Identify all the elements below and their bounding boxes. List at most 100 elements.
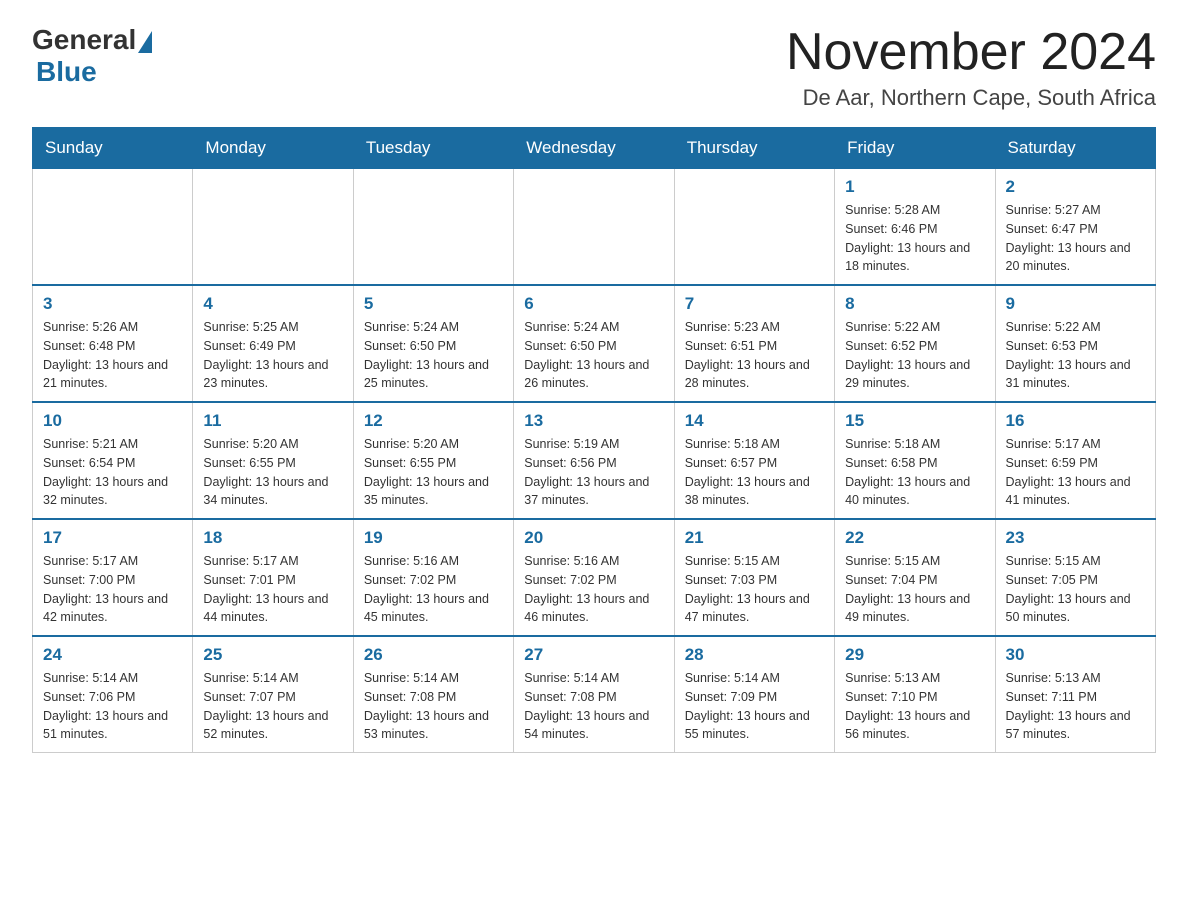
day-number: 5 [364,294,503,314]
day-info: Sunrise: 5:14 AM Sunset: 7:07 PM Dayligh… [203,669,342,744]
calendar-day-cell: 14 Sunrise: 5:18 AM Sunset: 6:57 PM Dayli… [674,402,834,519]
day-number: 7 [685,294,824,314]
day-info: Sunrise: 5:22 AM Sunset: 6:53 PM Dayligh… [1006,318,1145,393]
day-number: 28 [685,645,824,665]
day-number: 18 [203,528,342,548]
day-number: 16 [1006,411,1145,431]
day-info: Sunrise: 5:23 AM Sunset: 6:51 PM Dayligh… [685,318,824,393]
day-info: Sunrise: 5:13 AM Sunset: 7:10 PM Dayligh… [845,669,984,744]
calendar-day-cell: 16 Sunrise: 5:17 AM Sunset: 6:59 PM Dayli… [995,402,1155,519]
calendar-day-cell: 27 Sunrise: 5:14 AM Sunset: 7:08 PM Dayli… [514,636,674,753]
day-number: 24 [43,645,182,665]
day-number: 13 [524,411,663,431]
day-info: Sunrise: 5:14 AM Sunset: 7:09 PM Dayligh… [685,669,824,744]
day-info: Sunrise: 5:15 AM Sunset: 7:04 PM Dayligh… [845,552,984,627]
calendar-day-cell: 23Sunrise: 5:15 AM Sunset: 7:05 PM Dayli… [995,519,1155,636]
day-of-week-header: Sunday [33,128,193,169]
day-number: 27 [524,645,663,665]
day-number: 20 [524,528,663,548]
day-number: 17 [43,528,182,548]
calendar-day-cell: 7 Sunrise: 5:23 AM Sunset: 6:51 PM Daylig… [674,285,834,402]
day-info: Sunrise: 5:27 AM Sunset: 6:47 PM Dayligh… [1006,201,1145,276]
day-number: 29 [845,645,984,665]
day-number: 25 [203,645,342,665]
calendar-week-row: 1 Sunrise: 5:28 AM Sunset: 6:46 PM Daylig… [33,169,1156,286]
day-number: 26 [364,645,503,665]
day-info: Sunrise: 5:13 AM Sunset: 7:11 PM Dayligh… [1006,669,1145,744]
calendar-week-row: 3Sunrise: 5:26 AM Sunset: 6:48 PM Daylig… [33,285,1156,402]
day-number: 2 [1006,177,1145,197]
day-info: Sunrise: 5:20 AM Sunset: 6:55 PM Dayligh… [364,435,503,510]
day-number: 11 [203,411,342,431]
day-number: 12 [364,411,503,431]
calendar-day-cell: 17 Sunrise: 5:17 AM Sunset: 7:00 PM Dayli… [33,519,193,636]
day-of-week-header: Tuesday [353,128,513,169]
day-info: Sunrise: 5:15 AM Sunset: 7:05 PM Dayligh… [1006,552,1145,627]
calendar-day-cell: 24Sunrise: 5:14 AM Sunset: 7:06 PM Dayli… [33,636,193,753]
day-info: Sunrise: 5:17 AM Sunset: 6:59 PM Dayligh… [1006,435,1145,510]
day-info: Sunrise: 5:19 AM Sunset: 6:56 PM Dayligh… [524,435,663,510]
calendar-day-cell: 21 Sunrise: 5:15 AM Sunset: 7:03 PM Dayli… [674,519,834,636]
calendar-day-cell: 2 Sunrise: 5:27 AM Sunset: 6:47 PM Daylig… [995,169,1155,286]
calendar-day-cell [33,169,193,286]
day-info: Sunrise: 5:25 AM Sunset: 6:49 PM Dayligh… [203,318,342,393]
day-number: 8 [845,294,984,314]
logo-blue-text: Blue [36,56,97,88]
day-info: Sunrise: 5:16 AM Sunset: 7:02 PM Dayligh… [524,552,663,627]
calendar-day-cell: 11 Sunrise: 5:20 AM Sunset: 6:55 PM Dayli… [193,402,353,519]
day-info: Sunrise: 5:18 AM Sunset: 6:57 PM Dayligh… [685,435,824,510]
calendar-day-cell: 25 Sunrise: 5:14 AM Sunset: 7:07 PM Dayli… [193,636,353,753]
calendar-week-row: 17 Sunrise: 5:17 AM Sunset: 7:00 PM Dayli… [33,519,1156,636]
calendar-day-cell [193,169,353,286]
calendar-day-cell: 9Sunrise: 5:22 AM Sunset: 6:53 PM Daylig… [995,285,1155,402]
calendar-day-cell: 29 Sunrise: 5:13 AM Sunset: 7:10 PM Dayli… [835,636,995,753]
day-number: 1 [845,177,984,197]
calendar-day-cell: 10 Sunrise: 5:21 AM Sunset: 6:54 PM Dayli… [33,402,193,519]
day-info: Sunrise: 5:17 AM Sunset: 7:00 PM Dayligh… [43,552,182,627]
day-of-week-header: Friday [835,128,995,169]
day-of-week-header: Saturday [995,128,1155,169]
calendar-day-cell: 22 Sunrise: 5:15 AM Sunset: 7:04 PM Dayli… [835,519,995,636]
day-number: 22 [845,528,984,548]
day-info: Sunrise: 5:21 AM Sunset: 6:54 PM Dayligh… [43,435,182,510]
location-text: De Aar, Northern Cape, South Africa [786,85,1156,111]
day-number: 6 [524,294,663,314]
calendar-week-row: 10 Sunrise: 5:21 AM Sunset: 6:54 PM Dayli… [33,402,1156,519]
calendar-header-row: SundayMondayTuesdayWednesdayThursdayFrid… [33,128,1156,169]
calendar-week-row: 24Sunrise: 5:14 AM Sunset: 7:06 PM Dayli… [33,636,1156,753]
day-info: Sunrise: 5:20 AM Sunset: 6:55 PM Dayligh… [203,435,342,510]
calendar-day-cell: 18 Sunrise: 5:17 AM Sunset: 7:01 PM Dayli… [193,519,353,636]
calendar-day-cell: 1 Sunrise: 5:28 AM Sunset: 6:46 PM Daylig… [835,169,995,286]
calendar-day-cell: 19 Sunrise: 5:16 AM Sunset: 7:02 PM Dayli… [353,519,513,636]
day-number: 4 [203,294,342,314]
calendar-day-cell: 6Sunrise: 5:24 AM Sunset: 6:50 PM Daylig… [514,285,674,402]
day-of-week-header: Monday [193,128,353,169]
calendar-day-cell: 20 Sunrise: 5:16 AM Sunset: 7:02 PM Dayli… [514,519,674,636]
calendar-day-cell: 4 Sunrise: 5:25 AM Sunset: 6:49 PM Daylig… [193,285,353,402]
day-of-week-header: Thursday [674,128,834,169]
logo: General Blue [32,24,152,88]
day-info: Sunrise: 5:14 AM Sunset: 7:08 PM Dayligh… [364,669,503,744]
day-info: Sunrise: 5:15 AM Sunset: 7:03 PM Dayligh… [685,552,824,627]
day-number: 10 [43,411,182,431]
day-number: 15 [845,411,984,431]
calendar-table: SundayMondayTuesdayWednesdayThursdayFrid… [32,127,1156,753]
calendar-day-cell: 3Sunrise: 5:26 AM Sunset: 6:48 PM Daylig… [33,285,193,402]
logo-general-text: General [32,24,136,56]
day-info: Sunrise: 5:28 AM Sunset: 6:46 PM Dayligh… [845,201,984,276]
month-title: November 2024 [786,24,1156,81]
day-number: 21 [685,528,824,548]
day-info: Sunrise: 5:14 AM Sunset: 7:08 PM Dayligh… [524,669,663,744]
day-info: Sunrise: 5:18 AM Sunset: 6:58 PM Dayligh… [845,435,984,510]
day-info: Sunrise: 5:17 AM Sunset: 7:01 PM Dayligh… [203,552,342,627]
calendar-day-cell [514,169,674,286]
day-number: 19 [364,528,503,548]
title-block: November 2024 De Aar, Northern Cape, Sou… [786,24,1156,111]
calendar-day-cell [674,169,834,286]
page-header: General Blue November 2024 De Aar, North… [32,24,1156,111]
calendar-day-cell: 13 Sunrise: 5:19 AM Sunset: 6:56 PM Dayli… [514,402,674,519]
day-info: Sunrise: 5:16 AM Sunset: 7:02 PM Dayligh… [364,552,503,627]
day-of-week-header: Wednesday [514,128,674,169]
day-info: Sunrise: 5:22 AM Sunset: 6:52 PM Dayligh… [845,318,984,393]
day-number: 14 [685,411,824,431]
